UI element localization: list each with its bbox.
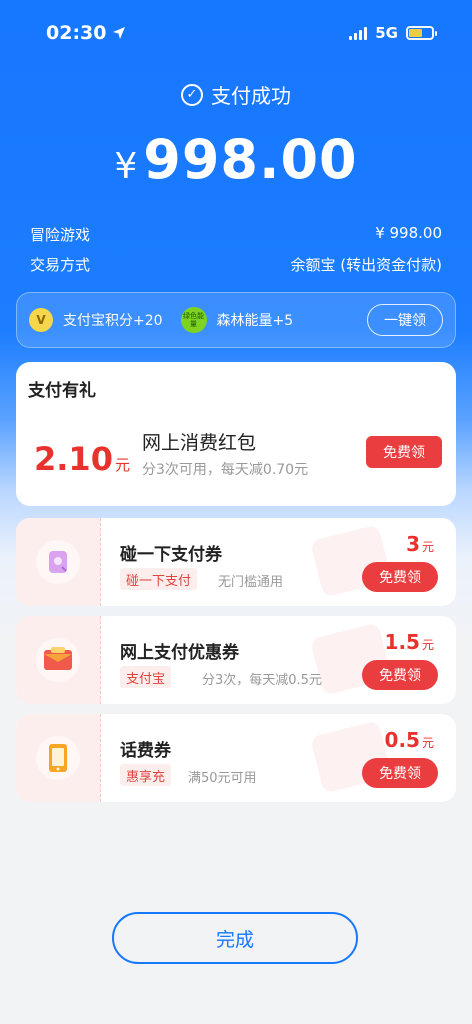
coupon-value: 3 元 <box>406 532 434 556</box>
coupon-desc: 满50元可用 <box>188 771 257 786</box>
detail-row-merchant: 冒险游戏 ¥ 998.00 <box>30 224 442 245</box>
coupon-card: 网上支付优惠券 支付宝 分3次，每天减0.5元 1.5 元 免费领 <box>16 616 456 704</box>
green-energy-icon: 绿色能量 <box>180 307 207 333</box>
coupon-value-unit: 元 <box>421 540 434 554</box>
coupon-value: 1.5 元 <box>385 630 434 654</box>
status-indicators: 5G <box>349 24 437 42</box>
coupon-claim-button[interactable]: 免费领 <box>362 562 438 592</box>
coupon-tag: 支付宝 <box>120 666 172 688</box>
coupon-card: 碰一下支付券 碰一下支付 无门槛通用 3 元 免费领 <box>16 518 456 606</box>
status-time-text: 02:30 <box>46 22 107 44</box>
gift-section-title: 支付有礼 <box>28 381 96 401</box>
gift-amount-value: 2.10 <box>34 440 113 478</box>
amount-value: 998.00 <box>143 128 358 191</box>
currency-symbol: ¥ <box>114 146 138 187</box>
points-reward: 支付宝积分+20 <box>63 313 163 329</box>
coupon-value: 0.5 元 <box>385 728 434 752</box>
coupon-card: 话费券 惠享充 满50元可用 0.5 元 免费领 <box>16 714 456 802</box>
coupon-value-number: 1.5 <box>384 630 420 654</box>
gift-claim-button[interactable]: 免费领 <box>366 436 442 468</box>
coupon-title: 碰一下支付券 <box>120 545 222 565</box>
detail-row-method: 交易方式 余额宝 (转出资金付款) <box>30 254 442 275</box>
rewards-bar: V 支付宝积分+20 绿色能量 森林能量+5 一键领 <box>16 292 456 348</box>
gift-name: 网上消费红包 <box>142 432 257 454</box>
coupon-claim-button[interactable]: 免费领 <box>362 660 438 690</box>
status-time: 02:30 <box>46 22 126 44</box>
coupon-value-number: 0.5 <box>384 728 420 752</box>
coupon-desc: 分3次，每天减0.5元 <box>202 673 322 688</box>
energy-reward: 森林能量+5 <box>216 313 294 329</box>
claim-all-button[interactable]: 一键领 <box>367 304 443 336</box>
detail-value: 余额宝 (转出资金付款) <box>290 256 442 274</box>
coupon-value-number: 3 <box>406 532 420 556</box>
coupon-tag: 碰一下支付 <box>120 568 198 590</box>
battery-icon <box>406 26 437 40</box>
done-button[interactable]: 完成 <box>112 912 358 964</box>
coupon-desc: 无门槛通用 <box>218 575 284 590</box>
detail-label: 交易方式 <box>30 256 91 274</box>
detail-label: 冒险游戏 <box>30 226 91 244</box>
network-type: 5G <box>375 24 398 42</box>
coupon-claim-button[interactable]: 免费领 <box>362 758 438 788</box>
payment-amount: ¥ 998.00 <box>0 128 472 191</box>
detail-value: ¥ 998.00 <box>375 224 442 242</box>
red-envelope-icon <box>36 638 80 682</box>
gift-amount-unit: 元 <box>114 456 130 474</box>
coupon-value-unit: 元 <box>421 638 434 652</box>
payment-status: ✓ 支付成功 <box>0 80 472 109</box>
status-text: 支付成功 <box>211 84 291 108</box>
gift-amount: 2.10 元 <box>34 440 130 478</box>
coupon-value-unit: 元 <box>421 736 434 750</box>
gift-desc: 分3次可用，每天减0.70元 <box>142 462 309 478</box>
points-coin-icon: V <box>29 308 53 332</box>
coupon-title: 网上支付优惠券 <box>120 643 239 663</box>
coupon-tag: 惠享充 <box>120 764 172 786</box>
coupon-title: 话费券 <box>120 741 171 761</box>
signal-icon <box>349 26 368 40</box>
check-circle-icon: ✓ <box>181 83 203 106</box>
nfc-card-icon <box>36 540 80 584</box>
location-arrow-icon <box>113 27 126 39</box>
phone-icon <box>36 736 80 780</box>
